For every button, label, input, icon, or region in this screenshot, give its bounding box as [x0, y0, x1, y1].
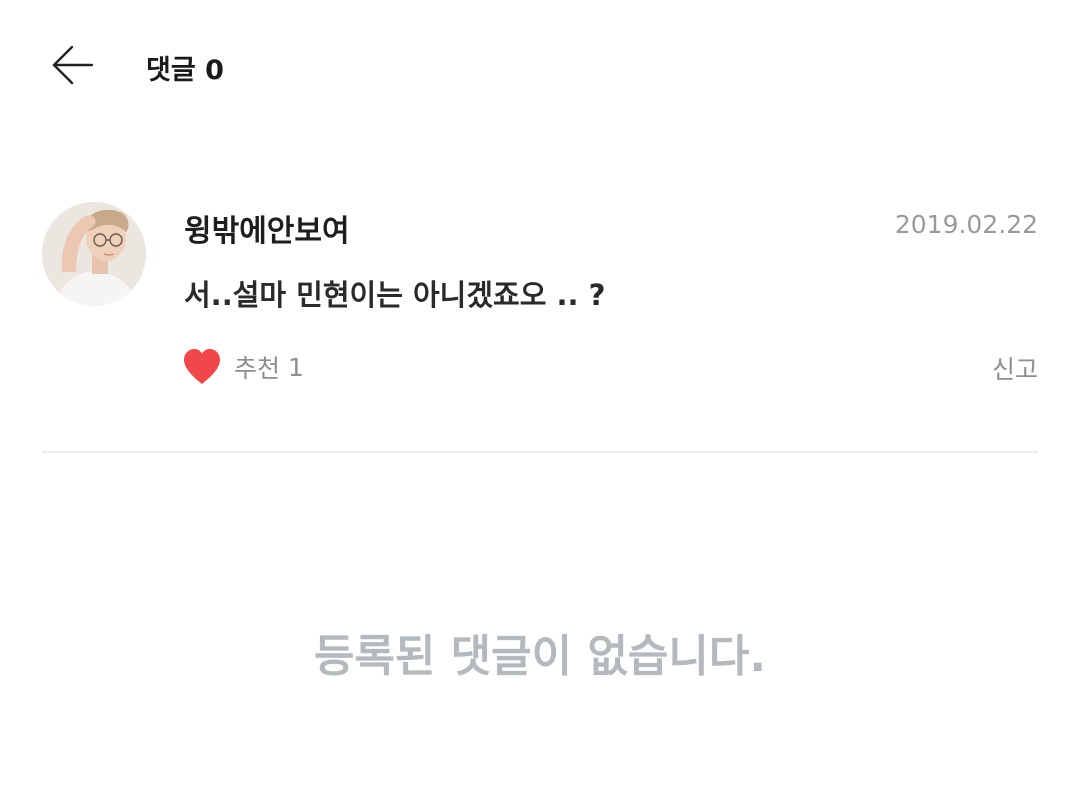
- divider: [42, 451, 1038, 453]
- heart-icon: [184, 349, 220, 384]
- comments-page: 댓글 0 윙밖에안보여 2019.02.22 서..설마 민현이는 아니겠죠오 …: [0, 0, 1080, 810]
- profile-photo: [42, 202, 146, 306]
- avatar[interactable]: [42, 202, 146, 306]
- header-bar: 댓글 0: [0, 0, 1080, 130]
- page-title: 댓글 0: [146, 55, 224, 86]
- comment-author[interactable]: 윙밖에안보여: [184, 206, 350, 250]
- like-count: 1: [288, 352, 304, 382]
- arrow-left-icon: [52, 45, 94, 85]
- comment-date: 2019.02.22: [894, 210, 1038, 239]
- report-button[interactable]: 신고: [992, 350, 1038, 386]
- like-button[interactable]: 추천 1: [182, 346, 304, 388]
- comment-text: 서..설마 민현이는 아니겠죠오 .. ?: [184, 278, 606, 312]
- like-label: 추천: [234, 354, 281, 383]
- comment-item: 윙밖에안보여 2019.02.22 서..설마 민현이는 아니겠죠오 .. ? …: [0, 200, 1080, 400]
- back-button[interactable]: [44, 36, 104, 96]
- empty-state-message: 등록된 댓글이 없습니다.: [313, 631, 767, 682]
